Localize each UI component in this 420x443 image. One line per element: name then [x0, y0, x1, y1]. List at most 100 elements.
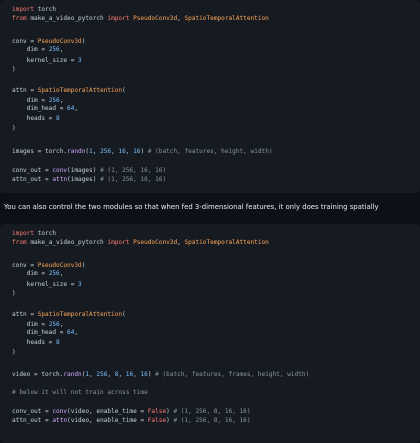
code-token: make_a_video_pytorch: [26, 239, 108, 246]
code-token: import: [107, 15, 130, 22]
code-token: import: [12, 230, 35, 237]
code-token: # (1, 256, 16, 16): [100, 167, 167, 174]
code-token: conv: [52, 408, 68, 415]
code-line: ): [12, 349, 16, 357]
code-token: False: [147, 408, 167, 415]
code-token: ,: [59, 97, 64, 104]
code-token: from: [12, 239, 27, 246]
code-line: from make_a_video_pytorch import PseudoC…: [12, 239, 269, 247]
code-line: attn_out = attn(video, enable_time = Fal…: [12, 417, 251, 425]
code-token: 256: [48, 270, 60, 277]
code-token: attn: [52, 417, 68, 424]
code-token: 8: [56, 339, 60, 346]
code-token: False: [147, 417, 167, 424]
code-token: (: [122, 311, 126, 318]
code-line: kernel_size = 3: [12, 57, 82, 65]
code-token: conv_out =: [12, 167, 53, 174]
code-token: SpatioTemporalAttention: [37, 311, 123, 318]
code-token: video = torch.: [12, 371, 64, 378]
code-token: dim =: [12, 97, 49, 104]
code-token: from: [12, 15, 27, 22]
code-token: ,: [59, 270, 64, 277]
code-token: ): [12, 290, 16, 297]
code-token: dim_head =: [12, 105, 68, 112]
code-line: attn = SpatioTemporalAttention(: [12, 87, 126, 95]
code-token: 256: [48, 321, 60, 328]
code-token: attn_out =: [12, 176, 53, 183]
code-line: ): [12, 125, 16, 133]
code-token: attn_out =: [12, 417, 53, 424]
code-token: SpatioTemporalAttention: [184, 15, 269, 22]
code-token: (images): [67, 167, 101, 174]
code-token: 16: [118, 148, 126, 155]
code-token: # (1, 256, 8, 16, 16): [173, 417, 251, 424]
code-token: ,: [74, 105, 79, 112]
code-token: ): [140, 148, 148, 155]
code-token: 3: [78, 281, 82, 288]
code-token: ): [12, 349, 16, 356]
code-token: kernel_size =: [12, 281, 79, 288]
code-token: conv_out =: [12, 408, 53, 415]
code-block-basic-usage[interactable]: import torch from make_a_video_pytorch im…: [0, 0, 420, 193]
code-line: # below it will not train across time: [12, 389, 148, 397]
code-token: conv =: [12, 38, 38, 45]
code-line: dim = 256,: [12, 46, 64, 54]
code-token: ,: [92, 148, 101, 155]
code-token: 256: [48, 97, 60, 104]
code-token: 3: [78, 57, 82, 64]
code-line: import torch: [12, 6, 56, 14]
code-line: conv_out = conv(images) # (1, 256, 16, 1…: [12, 167, 166, 175]
code-token: 256: [100, 148, 112, 155]
code-line: heads = 8: [12, 339, 60, 347]
code-line: video = torch.randn(1, 256, 8, 16, 16) #…: [12, 371, 309, 379]
code-token: kernel_size =: [12, 57, 79, 64]
code-token: SpatioTemporalAttention: [37, 87, 123, 94]
code-line: conv = PseudoConv3d(: [12, 262, 85, 270]
code-token: (video, enable_time =: [67, 408, 148, 415]
code-token: ,: [59, 46, 64, 53]
code-token: # (1, 256, 8, 16, 16): [173, 408, 251, 415]
code-token: randn: [63, 371, 82, 378]
code-token: import: [107, 239, 130, 246]
code-token: attn: [52, 176, 68, 183]
code-token: ,: [125, 148, 134, 155]
code-token: ,: [118, 371, 126, 378]
code-token: (: [122, 87, 126, 94]
code-token: PseudoConv3d: [133, 239, 178, 246]
code-token: randn: [67, 148, 86, 155]
code-token: PseudoConv3d: [133, 15, 178, 22]
code-token: 256: [48, 46, 60, 53]
code-token: import: [12, 6, 35, 13]
code-token: attn =: [12, 87, 38, 94]
code-line: ): [12, 66, 16, 74]
code-line: kernel_size = 3: [12, 281, 82, 289]
code-token: ): [12, 125, 16, 132]
code-token: torch: [34, 6, 57, 13]
code-token: images = torch.: [12, 148, 68, 155]
description-paragraph: You can also control the two modules so …: [4, 203, 379, 211]
code-token: # below it will not train across time: [12, 389, 148, 396]
code-token: 16: [140, 371, 148, 378]
code-token: 256: [96, 371, 108, 378]
code-line: attn = SpatioTemporalAttention(: [12, 311, 126, 319]
code-line: dim_head = 64,: [12, 329, 78, 337]
code-token: (images): [67, 176, 101, 183]
code-token: dim_head =: [12, 329, 68, 336]
code-token: SpatioTemporalAttention: [184, 239, 269, 246]
code-token: heads =: [12, 115, 57, 122]
code-token: # (batch, features, frames, height, widt…: [155, 371, 310, 378]
code-line: ): [12, 290, 16, 298]
code-token: attn =: [12, 311, 38, 318]
code-token: ,: [107, 371, 115, 378]
code-token: (: [81, 262, 86, 269]
code-block-spatial-only[interactable]: import torch from make_a_video_pytorch im…: [0, 224, 420, 443]
code-token: PseudoConv3d: [37, 262, 82, 269]
code-token: make_a_video_pytorch: [26, 15, 108, 22]
code-line: dim_head = 64,: [12, 105, 78, 113]
code-token: dim =: [12, 321, 49, 328]
code-token: PseudoConv3d: [37, 38, 82, 45]
code-line: import torch: [12, 230, 56, 238]
code-token: ,: [74, 329, 79, 336]
code-line: heads = 8: [12, 115, 60, 123]
code-token: conv: [52, 167, 68, 174]
